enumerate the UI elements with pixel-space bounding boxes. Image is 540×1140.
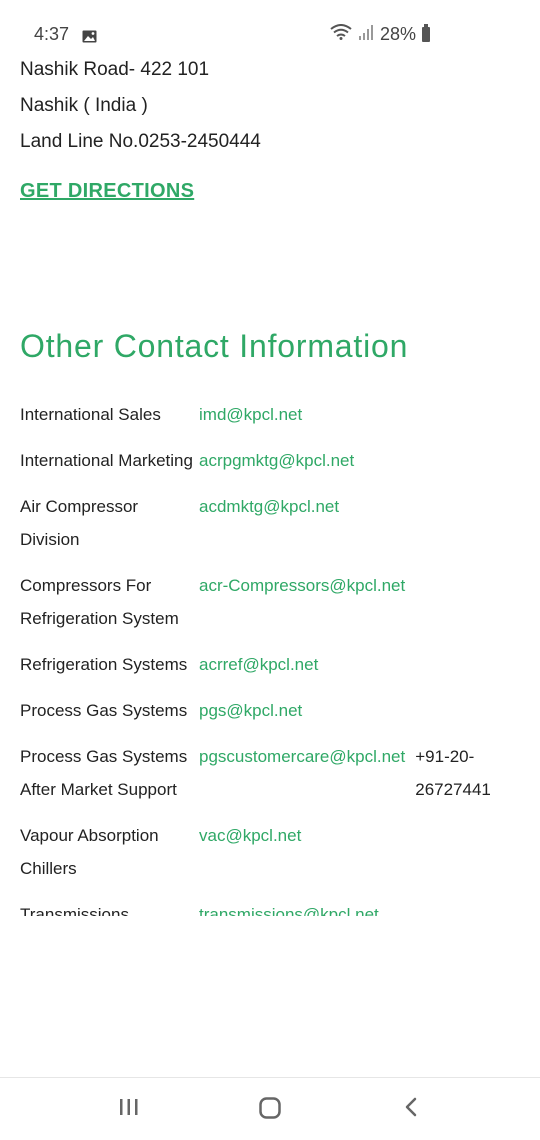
contact-label: Refrigeration Systems bbox=[20, 655, 188, 674]
contact-email-link[interactable]: acrpgmktg@kpcl.net bbox=[199, 444, 354, 477]
contact-label: Process Gas Systems After Market Support bbox=[20, 747, 188, 799]
signal-icon bbox=[358, 24, 374, 45]
contact-email-link[interactable]: pgscustomercare@kpcl.net bbox=[199, 740, 405, 806]
table-row: Compressors For Refrigeration System acr… bbox=[20, 569, 530, 635]
contact-email-link[interactable]: acr-Compressors@kpcl.net bbox=[199, 569, 405, 635]
table-row: Transmissions transmissions@kpcl.net bbox=[20, 898, 530, 916]
contact-label: International Marketing bbox=[20, 451, 193, 470]
battery-percent: 28% bbox=[379, 24, 416, 44]
battery-icon bbox=[422, 24, 430, 42]
get-directions-link[interactable]: GET DIRECTIONS bbox=[20, 180, 194, 203]
contact-email-link[interactable]: imd@kpcl.net bbox=[199, 398, 302, 431]
contact-email-link[interactable]: pgs@kpcl.net bbox=[199, 694, 302, 727]
wifi-icon bbox=[330, 24, 352, 45]
address-block: Nashik Road- 422 101 Nashik ( India ) La… bbox=[20, 52, 530, 203]
address-line-2: Nashik ( India ) bbox=[20, 95, 148, 116]
table-row: Process Gas Systems After Market Support… bbox=[20, 740, 530, 806]
section-title: Other Contact Information bbox=[20, 328, 409, 364]
gallery-icon bbox=[82, 27, 97, 48]
contact-label: Compressors For Refrigeration System bbox=[20, 576, 179, 628]
contact-email-link[interactable]: acrref@kpcl.net bbox=[199, 648, 318, 681]
contact-phone-link[interactable]: +91-20-26727441 bbox=[415, 740, 499, 806]
contact-table: International Sales imd@kpcl.net Interna… bbox=[20, 398, 530, 929]
contact-label: International Sales bbox=[20, 405, 161, 424]
table-row: Refrigeration Systems acrref@kpcl.net bbox=[20, 648, 530, 681]
status-time: 4:37 bbox=[34, 24, 70, 44]
address-line-1: Nashik Road- 422 101 bbox=[20, 59, 210, 80]
contact-email-link[interactable]: transmissions@kpcl.net bbox=[199, 898, 379, 916]
contact-label: Air Compressor Division bbox=[20, 497, 139, 549]
contact-email-link[interactable]: vac@kpcl.net bbox=[199, 819, 301, 885]
landline-number: Land Line No.0253-2450444 bbox=[20, 131, 261, 152]
contact-label: Vapour Absorption Chillers bbox=[20, 826, 159, 878]
contact-label: Transmissions bbox=[20, 905, 129, 916]
recent-apps-icon[interactable] bbox=[118, 1096, 140, 1123]
home-icon[interactable] bbox=[258, 1096, 282, 1125]
table-row: Air Compressor Division acdmktg@kpcl.net bbox=[20, 490, 530, 556]
back-icon[interactable] bbox=[400, 1096, 422, 1123]
contact-label: Process Gas Systems bbox=[20, 701, 188, 720]
table-row: Vapour Absorption Chillers vac@kpcl.net bbox=[20, 819, 530, 885]
table-row: International Sales imd@kpcl.net bbox=[20, 398, 530, 431]
status-bar: 4:37 28% bbox=[0, 0, 540, 60]
table-row: International Marketing acrpgmktg@kpcl.n… bbox=[20, 444, 530, 477]
contact-email-link[interactable]: acdmktg@kpcl.net bbox=[199, 490, 339, 556]
navigation-bar bbox=[0, 1077, 540, 1140]
table-row: Process Gas Systems pgs@kpcl.net bbox=[20, 694, 530, 727]
